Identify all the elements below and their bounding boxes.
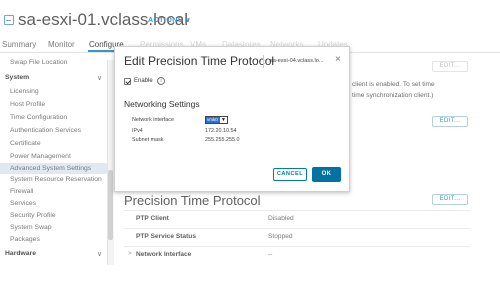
enable-label: Enable: [134, 78, 153, 84]
ipv4-value: 172.20.10.54: [205, 128, 237, 134]
network-interface-selected-value: vmk0: [206, 117, 220, 123]
networking-settings-title: Networking Settings: [124, 99, 200, 109]
subnet-mask-value: 255.255.255.0: [205, 137, 240, 143]
subnet-mask-label: Subnet mask: [132, 137, 164, 143]
title-separator: [263, 55, 264, 68]
cancel-button[interactable]: CANCEL: [273, 168, 307, 181]
network-interface-select[interactable]: vmk0 ▼: [205, 116, 228, 124]
close-icon[interactable]: ×: [335, 55, 341, 65]
ipv4-label: IPv4: [132, 128, 143, 134]
info-icon[interactable]: i: [157, 77, 165, 85]
enable-checkbox[interactable]: [124, 78, 131, 85]
edit-ptp-dialog: Edit Precision Time Protocol sa-esxi-04.…: [114, 46, 350, 192]
dialog-host-name: sa-esxi-04.vclass.lo...: [270, 58, 324, 64]
chevron-down-icon[interactable]: ▼: [220, 117, 227, 123]
dialog-title: Edit Precision Time Protocol: [124, 54, 275, 68]
ok-button[interactable]: OK: [312, 167, 341, 182]
network-interface-field-label: Network interface: [132, 117, 174, 123]
